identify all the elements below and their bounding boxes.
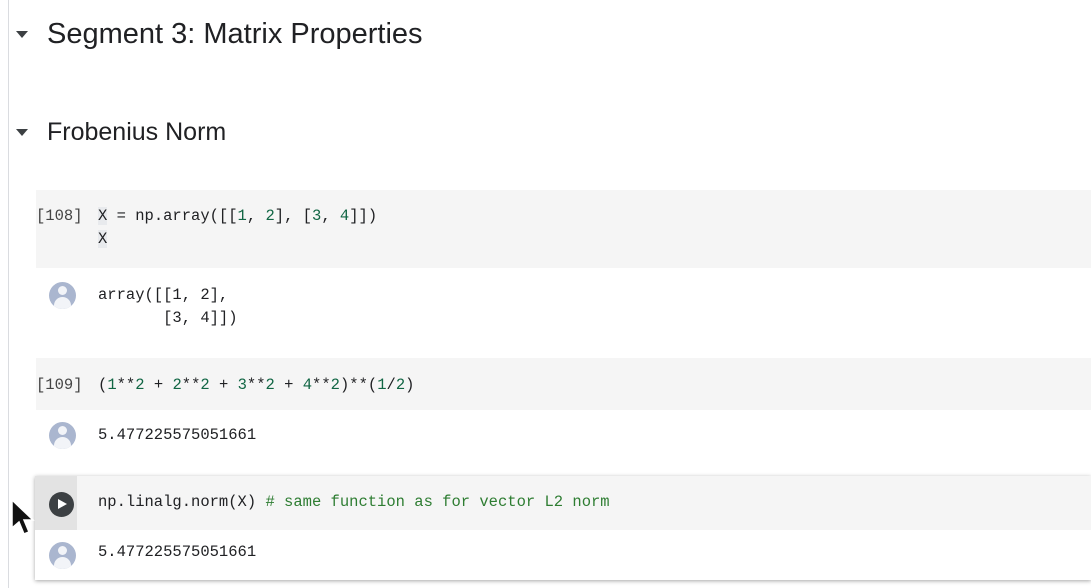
- section-heading[interactable]: Frobenius Norm: [16, 114, 226, 150]
- code-editor-109[interactable]: (1**2 + 2**2 + 3**2 + 4**2)**(1/2): [98, 374, 414, 397]
- output-avatar-icon[interactable]: [49, 542, 76, 569]
- output-avatar-icon[interactable]: [49, 282, 76, 309]
- cell-prompt: [108]: [36, 207, 83, 225]
- code-editor-108[interactable]: X = np.array([[1, 2], [3, 4]]) X: [98, 205, 377, 251]
- cell-prompt: [109]: [36, 376, 83, 394]
- code-editor-active[interactable]: np.linalg.norm(X) # same function as for…: [98, 491, 610, 514]
- section-heading-text: Frobenius Norm: [47, 117, 227, 146]
- notebook-left-border: [8, 0, 9, 588]
- collapse-triangle-icon[interactable]: [16, 128, 28, 136]
- output-avatar-icon[interactable]: [49, 422, 76, 449]
- collapse-triangle-icon[interactable]: [16, 30, 28, 38]
- cell-output-109: 5.477225575051661: [98, 426, 257, 444]
- segment-heading-text: Segment 3: Matrix Properties: [47, 17, 423, 50]
- cell-output-108: array([[1, 2], [3, 4]]): [98, 286, 238, 327]
- mouse-cursor-icon: [11, 498, 35, 535]
- cell-output-active: 5.477225575051661: [98, 543, 257, 561]
- run-cell-play-icon[interactable]: [49, 492, 74, 517]
- segment-heading[interactable]: Segment 3: Matrix Properties: [16, 14, 423, 54]
